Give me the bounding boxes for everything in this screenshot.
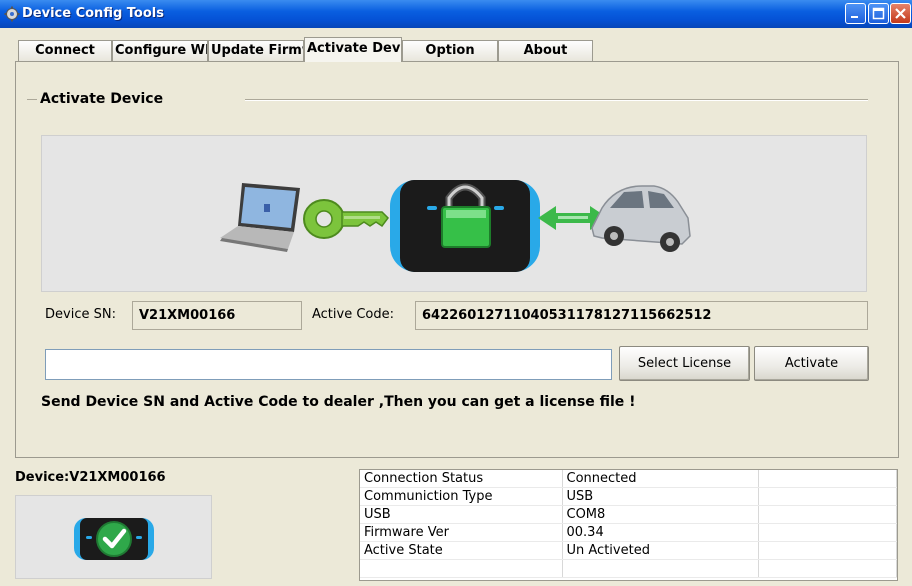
status-name: Active State: [360, 541, 563, 560]
status-value: COM8: [562, 505, 759, 524]
title-bar[interactable]: Device Config Tools: [0, 0, 912, 28]
device-thumbnail: [15, 495, 212, 579]
status-empty-cell: [758, 559, 897, 578]
tab-about[interactable]: About: [498, 40, 593, 61]
status-row: Communiction Type USB: [360, 487, 897, 506]
device-sn-label: Device SN:: [45, 307, 116, 322]
device-sn-field: V21XM00166: [132, 301, 302, 330]
status-extra: [758, 470, 897, 488]
active-code-label: Active Code:: [312, 307, 395, 322]
tab-update-firmware[interactable]: Update Firmware: [208, 40, 304, 61]
activation-illustration: [41, 135, 867, 292]
window-title: Device Config Tools: [22, 6, 164, 21]
status-value: 00.34: [562, 523, 759, 542]
tab-activate-device[interactable]: Activate Device: [304, 37, 402, 62]
license-path-input[interactable]: [45, 349, 612, 380]
minimize-button[interactable]: [845, 3, 866, 24]
status-name: USB: [360, 505, 563, 524]
car-icon: [591, 185, 691, 252]
status-extra: [758, 487, 897, 506]
tab-connect[interactable]: Connect: [18, 40, 112, 61]
status-value: USB: [562, 487, 759, 506]
status-grid: Connection Status Connected Communiction T…: [359, 469, 898, 581]
active-code-field: 64226012711040531178127115662512: [415, 301, 868, 330]
instruction-text: Send Device SN and Active Code to dealer…: [41, 394, 636, 410]
tab-option[interactable]: Option: [402, 40, 498, 61]
status-row: Connection Status Connected: [360, 470, 897, 488]
status-value: Un Activeted: [562, 541, 759, 560]
select-license-button[interactable]: Select License: [619, 346, 750, 381]
device-check-icon: [74, 518, 154, 560]
status-empty-cell: [562, 559, 759, 578]
status-extra: [758, 505, 897, 524]
minimize-icon: [851, 16, 858, 18]
laptop-icon: [220, 183, 300, 252]
tab-configure-wifi[interactable]: Configure WIFI: [112, 40, 208, 61]
group-divider: [27, 99, 37, 100]
status-extra: [758, 523, 897, 542]
status-empty-cell: [360, 559, 563, 578]
status-row: Firmware Ver 00.34: [360, 523, 897, 542]
gear-icon: [4, 6, 20, 22]
group-title: Activate Device: [40, 91, 164, 107]
status-row-empty: [360, 559, 897, 578]
status-row: USB COM8: [360, 505, 897, 524]
activate-button[interactable]: Activate: [754, 346, 869, 381]
device-label: Device:V21XM00166: [15, 470, 166, 485]
status-value: Connected: [562, 470, 759, 488]
maximize-icon: [872, 7, 885, 20]
status-name: Communiction Type: [360, 487, 563, 506]
close-button[interactable]: [890, 3, 911, 24]
status-extra: [758, 541, 897, 560]
status-row: Active State Un Activeted: [360, 541, 897, 560]
status-name: Connection Status: [360, 470, 563, 488]
tab-activate-device-label: Activate Device: [307, 41, 401, 56]
group-divider-highlight: [245, 100, 868, 101]
maximize-button[interactable]: [868, 3, 889, 24]
key-icon: [303, 199, 389, 239]
status-name: Firmware Ver: [360, 523, 563, 542]
close-icon: [895, 8, 906, 19]
locked-device-icon: [390, 180, 540, 272]
